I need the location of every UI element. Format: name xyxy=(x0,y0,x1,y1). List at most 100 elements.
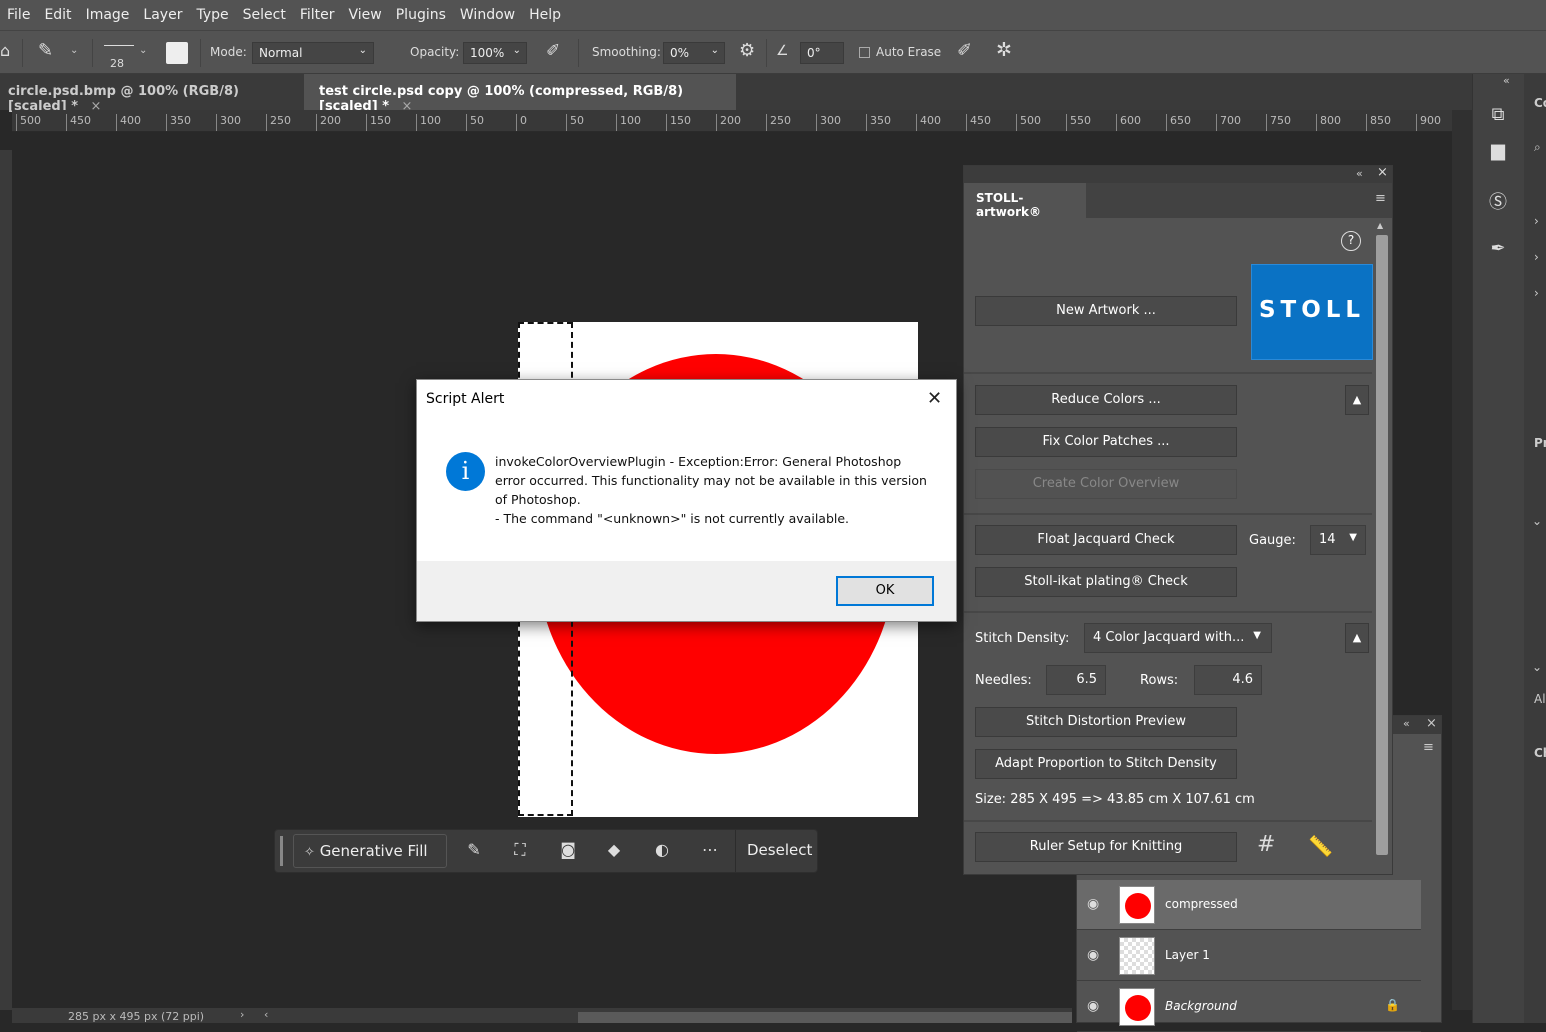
pressure-size-icon[interactable]: ✐ xyxy=(957,40,972,61)
panel-header: « × xyxy=(964,165,1392,183)
tab-stoll-artwork[interactable]: STOLL-artwork® xyxy=(964,183,1086,219)
close-icon[interactable]: ✕ xyxy=(927,388,942,409)
more-icon[interactable]: ⋯ xyxy=(699,840,721,862)
layer-thumb-circle xyxy=(1125,893,1151,919)
chevron-right-icon[interactable]: › xyxy=(1534,214,1539,228)
angle-input[interactable]: 0° xyxy=(800,42,844,64)
gauge-select[interactable]: 14 ▼ xyxy=(1310,525,1366,555)
layer-row-layer-1[interactable]: ◉ Layer 1 xyxy=(1077,931,1421,981)
reduce-colors-button[interactable]: Reduce Colors ... xyxy=(975,385,1237,415)
pencil-icon[interactable]: ✎ xyxy=(38,40,53,61)
stitch-density-select[interactable]: 4 Color Jacquard with... ▼ xyxy=(1084,623,1272,653)
brush-preview[interactable] xyxy=(104,45,134,46)
stoll-pen-icon[interactable]: ✒ xyxy=(1485,238,1511,264)
horizontal-scrollbar[interactable] xyxy=(578,1012,1072,1023)
eye-icon[interactable]: ◉ xyxy=(1087,947,1099,963)
eye-icon[interactable]: ◉ xyxy=(1087,998,1099,1014)
opacity-input[interactable]: 100% ⌄ xyxy=(463,42,527,64)
brush-icon[interactable]: ✎ xyxy=(463,840,485,862)
scroll-up-icon[interactable]: ▲ xyxy=(1377,221,1383,230)
ikat-plating-check-button[interactable]: Stoll-ikat plating® Check xyxy=(975,567,1237,597)
collapse-panels-icon[interactable]: « xyxy=(1503,74,1510,87)
scrollbar-thumb[interactable] xyxy=(1376,235,1388,855)
collapse-icon[interactable]: « xyxy=(1356,167,1363,180)
chevron-left-icon[interactable]: ‹ xyxy=(264,1008,268,1021)
menu-plugins[interactable]: Plugins xyxy=(389,7,453,23)
comments-icon[interactable]: ▆ xyxy=(1485,140,1511,166)
chevron-right-icon[interactable]: › xyxy=(1534,250,1539,264)
deselect-button[interactable]: Deselect xyxy=(737,834,822,868)
tab-circle-bmp[interactable]: circle.psd.bmp @ 100% (RGB/8) [scaled] *… xyxy=(0,74,302,114)
menu-file[interactable]: File xyxy=(0,7,37,23)
generative-fill-button[interactable]: ✧ Generative Fill xyxy=(293,834,447,868)
stoll-s-icon[interactable]: Ⓢ xyxy=(1485,188,1511,214)
gear-icon[interactable]: ⚙ xyxy=(739,40,755,61)
ok-button[interactable]: OK xyxy=(836,576,934,606)
divider xyxy=(735,830,736,872)
collapse-icon[interactable]: « xyxy=(1403,717,1410,730)
chevron-down-icon[interactable]: ⌄ xyxy=(70,45,78,56)
pressure-opacity-icon[interactable]: ✐ xyxy=(546,41,560,61)
eye-icon[interactable]: ◉ xyxy=(1087,896,1099,912)
panel-tab-co[interactable]: Co xyxy=(1534,96,1546,110)
mode-select[interactable]: Normal ⌄ xyxy=(252,42,374,64)
grid-icon[interactable]: # xyxy=(1257,832,1275,857)
divider xyxy=(200,39,201,67)
panel-menu-icon[interactable]: ≡ xyxy=(1423,740,1434,755)
float-jacquard-check-button[interactable]: Float Jacquard Check xyxy=(975,525,1237,555)
ruler-icon[interactable]: 📏 xyxy=(1308,834,1333,858)
transform-icon[interactable]: ⛶ xyxy=(509,840,531,862)
chevron-down-icon[interactable]: ⌄ xyxy=(1532,660,1542,674)
panel-tab-ch[interactable]: Ch xyxy=(1534,746,1546,760)
chevron-right-icon[interactable]: › xyxy=(240,1008,244,1021)
adapt-proportion-button[interactable]: Adapt Proportion to Stitch Density xyxy=(975,749,1237,779)
menu-image[interactable]: Image xyxy=(79,7,137,23)
panel-tab-al[interactable]: Al xyxy=(1534,692,1546,706)
adjustment-icon[interactable]: ◐ xyxy=(651,840,673,862)
layer-row-background[interactable]: ◉ Background 🔒 xyxy=(1077,982,1421,1032)
panel-menu-icon[interactable]: ≡ xyxy=(1375,191,1386,206)
menu-type[interactable]: Type xyxy=(189,7,235,23)
menu-edit[interactable]: Edit xyxy=(37,7,78,23)
fix-color-patches-button[interactable]: Fix Color Patches ... xyxy=(975,427,1237,457)
canvas-vertical-scrollbar[interactable] xyxy=(1452,110,1472,1010)
help-icon[interactable]: ? xyxy=(1341,231,1361,251)
menu-select[interactable]: Select xyxy=(236,7,293,23)
drag-handle[interactable] xyxy=(280,836,283,866)
search-icon[interactable]: ⌕ xyxy=(1534,140,1541,155)
brush-settings-icon[interactable] xyxy=(166,42,188,64)
symmetry-icon[interactable]: ✲ xyxy=(996,39,1012,61)
fill-bucket-icon[interactable]: ◆ xyxy=(603,840,625,862)
menu-window[interactable]: Window xyxy=(453,7,522,23)
layer-row-compressed[interactable]: ◉ compressed xyxy=(1077,880,1421,930)
smoothing-input[interactable]: 0% ⌄ xyxy=(663,42,725,64)
needles-input[interactable]: 6.5 xyxy=(1046,665,1106,695)
panel-tab-pr[interactable]: Pr xyxy=(1534,436,1546,450)
create-color-overview-button[interactable]: Create Color Overview xyxy=(975,469,1237,499)
close-icon[interactable]: × xyxy=(1377,165,1388,180)
panel-scrollbar[interactable]: ▲ xyxy=(1373,221,1391,864)
mask-icon[interactable]: ◙ xyxy=(557,840,579,862)
ruler-tick: 100 xyxy=(416,114,441,131)
chevron-right-icon[interactable]: › xyxy=(1534,286,1539,300)
new-artwork-button[interactable]: New Artwork ... xyxy=(975,296,1237,326)
auto-erase-checkbox[interactable] xyxy=(859,47,870,58)
ruler-setup-button[interactable]: Ruler Setup for Knitting xyxy=(975,832,1237,862)
menu-layer[interactable]: Layer xyxy=(136,7,189,23)
tab-test-circle-copy[interactable]: test circle.psd copy @ 100% (compressed,… xyxy=(304,74,736,114)
menu-filter[interactable]: Filter xyxy=(293,7,342,23)
rows-input[interactable]: 4.6 xyxy=(1194,665,1262,695)
collapse-up-icon[interactable]: ▲ xyxy=(1345,623,1369,653)
menu-view[interactable]: View xyxy=(342,7,389,23)
stitch-distortion-preview-button[interactable]: Stitch Distortion Preview xyxy=(975,707,1237,737)
ruler-tick: 500 xyxy=(16,114,41,131)
home-icon[interactable]: ⌂ xyxy=(0,41,10,60)
close-icon[interactable]: × xyxy=(1426,716,1437,731)
collapse-up-icon[interactable]: ▲ xyxy=(1345,385,1369,415)
menu-help[interactable]: Help xyxy=(522,7,568,23)
chevron-down-icon[interactable]: ⌄ xyxy=(1532,514,1542,528)
history-icon[interactable]: ⧉ xyxy=(1485,104,1511,130)
chevron-down-icon[interactable]: ⌄ xyxy=(139,45,147,56)
ruler-tick: 600 xyxy=(1116,114,1141,131)
layer-name: compressed xyxy=(1165,897,1238,911)
